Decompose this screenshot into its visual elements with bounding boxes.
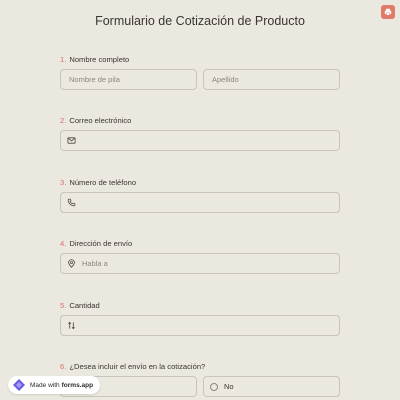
sort-arrows-icon [68,321,75,330]
phone-icon [67,198,76,207]
question-text: Correo electrónico [69,116,132,125]
address-input[interactable]: Habla a [60,253,340,274]
question-full-name-label: 1. Nombre completo [60,55,129,64]
question-text: Dirección de envío [69,239,133,248]
last-name-input[interactable]: Apellido [203,69,340,90]
shipping-option-no[interactable]: No [203,376,340,397]
quantity-input[interactable] [60,315,340,336]
question-phone-label: 3. Número de teléfono [60,178,136,187]
question-text: Número de teléfono [69,178,137,187]
brand-text: forms.app [61,381,94,389]
option-label: No [224,382,234,391]
question-number: 6. [60,362,67,371]
question-shipping-label: 6. ¿Desea incluir el envío en la cotizaci… [60,362,205,371]
question-address-label: 4. Dirección de envío [60,239,132,248]
forms-app-logo-icon [13,379,25,391]
phone-input[interactable] [60,192,340,213]
location-pin-icon [68,259,75,268]
email-input[interactable] [60,130,340,151]
question-text: Nombre completo [69,55,130,64]
question-number: 3. [60,178,67,187]
question-number: 4. [60,239,67,248]
question-number: 1. [60,55,67,64]
address-placeholder: Habla a [82,259,108,268]
envelope-icon [67,137,76,144]
radio-button[interactable] [210,382,218,391]
question-text: ¿Desea incluir el envío en la cotización… [69,362,206,371]
last-name-placeholder: Apellido [212,75,239,84]
question-quantity-label: 5. Cantidad [60,301,100,310]
form-title: Formulario de Cotización de Producto [95,14,305,28]
first-name-placeholder: Nombre de pila [69,75,120,84]
first-name-input[interactable]: Nombre de pila [60,69,197,90]
made-with-badge[interactable]: Made with forms.app [8,376,101,394]
made-with-text: Made with [30,381,60,389]
question-number: 2. [60,116,67,125]
question-email-label: 2. Correo electrónico [60,116,131,125]
question-text: Cantidad [69,301,100,310]
question-number: 5. [60,301,67,310]
